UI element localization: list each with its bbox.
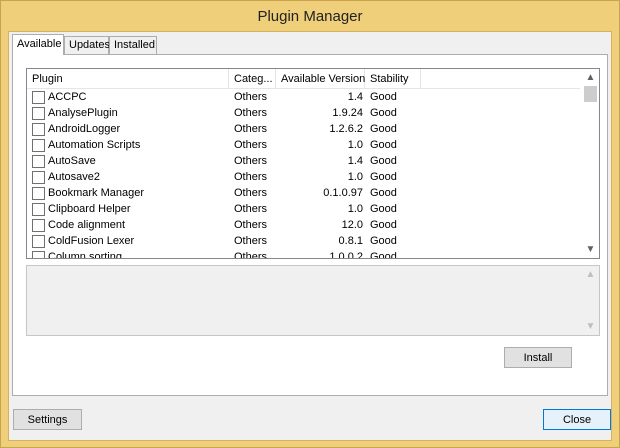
plugin-checkbox[interactable]: [32, 123, 45, 136]
tab-installed[interactable]: Installed: [109, 36, 157, 54]
plugin-stability: Good: [370, 219, 397, 231]
plugin-name: ACCPC: [48, 91, 87, 103]
plugin-name: AutoSave: [48, 155, 96, 167]
plugin-name: Autosave2: [48, 171, 100, 183]
chevron-down-icon[interactable]: ▼: [582, 241, 599, 258]
table-row[interactable]: Column sorting Others 1.0.0.2 Good: [27, 249, 580, 259]
plugin-version: 1.0: [347, 203, 363, 215]
plugin-list[interactable]: Plugin Categ... Available Version Stabil…: [26, 68, 600, 259]
plugin-stability: Good: [370, 251, 397, 259]
plugin-version: 1.4: [347, 155, 363, 167]
plugin-checkbox[interactable]: [32, 187, 45, 200]
chevron-down-icon[interactable]: ▼: [582, 318, 599, 335]
available-tab-page: Plugin Categ... Available Version Stabil…: [12, 54, 608, 396]
plugin-category: Others: [234, 155, 268, 167]
plugin-version: 1.0: [347, 139, 363, 151]
scrollbar-thumb[interactable]: [584, 86, 597, 102]
plugin-version: 1.4: [347, 91, 363, 103]
plugin-version: 1.2.6.2: [329, 123, 363, 135]
plugin-checkbox[interactable]: [32, 235, 45, 248]
plugin-stability: Good: [370, 203, 397, 215]
plugin-checkbox[interactable]: [32, 155, 45, 168]
plugin-category: Others: [234, 203, 268, 215]
table-row[interactable]: ColdFusion Lexer Others 0.8.1 Good: [27, 233, 580, 249]
column-header-plugin[interactable]: Plugin: [27, 69, 229, 89]
plugin-checkbox[interactable]: [32, 91, 45, 104]
plugin-name: Bookmark Manager: [48, 187, 144, 199]
table-row[interactable]: Bookmark Manager Others 0.1.0.97 Good: [27, 185, 580, 201]
tab-updates[interactable]: Updates: [64, 36, 110, 54]
table-row[interactable]: AutoSave Others 1.4 Good: [27, 153, 580, 169]
table-row[interactable]: AnalysePlugin Others 1.9.24 Good: [27, 105, 580, 121]
table-row[interactable]: Clipboard Helper Others 1.0 Good: [27, 201, 580, 217]
column-header-stability[interactable]: Stability: [365, 69, 421, 89]
plugin-stability: Good: [370, 107, 397, 119]
close-button[interactable]: Close: [543, 409, 611, 430]
plugin-category: Others: [234, 91, 268, 103]
plugin-version: 0.1.0.97: [323, 187, 363, 199]
column-header-version[interactable]: Available Version: [276, 69, 365, 89]
plugin-checkbox[interactable]: [32, 171, 45, 184]
plugin-name: Column sorting: [48, 251, 122, 259]
plugin-rows: ACCPC Others 1.4 Good AnalysePlugin Others 1.9…: [27, 89, 580, 259]
plugin-name: Code alignment: [48, 219, 126, 231]
table-row[interactable]: Autosave2 Others 1.0 Good: [27, 169, 580, 185]
plugin-stability: Good: [370, 171, 397, 183]
plugin-category: Others: [234, 235, 268, 247]
plugin-stability: Good: [370, 187, 397, 199]
install-button[interactable]: Install: [504, 347, 572, 368]
plugin-name: Clipboard Helper: [48, 203, 131, 215]
plugin-checkbox[interactable]: [32, 139, 45, 152]
column-header-category[interactable]: Categ...: [229, 69, 276, 89]
plugin-name: Automation Scripts: [48, 139, 141, 151]
plugin-list-header: Plugin Categ... Available Version Stabil…: [27, 69, 580, 89]
plugin-version: 1.9.24: [332, 107, 363, 119]
table-row[interactable]: Code alignment Others 12.0 Good: [27, 217, 580, 233]
settings-button[interactable]: Settings: [13, 409, 82, 430]
plugin-checkbox[interactable]: [32, 251, 45, 258]
description-scrollbar[interactable]: ▲ ▼: [582, 266, 599, 335]
plugin-stability: Good: [370, 123, 397, 135]
plugin-stability: Good: [370, 91, 397, 103]
plugin-checkbox[interactable]: [32, 219, 45, 232]
plugin-stability: Good: [370, 155, 397, 167]
plugin-category: Others: [234, 219, 268, 231]
plugin-checkbox[interactable]: [32, 203, 45, 216]
dialog-body: Available Updates Installed Plugin Categ…: [8, 31, 612, 441]
plugin-description-box[interactable]: ▲ ▼: [26, 265, 600, 336]
plugin-list-scrollbar[interactable]: ▲ ▼: [582, 69, 599, 258]
window-title: Plugin Manager: [257, 7, 363, 25]
plugin-category: Others: [234, 123, 268, 135]
plugin-stability: Good: [370, 235, 397, 247]
plugin-category: Others: [234, 171, 268, 183]
table-row[interactable]: Automation Scripts Others 1.0 Good: [27, 137, 580, 153]
title-bar[interactable]: Plugin Manager: [1, 1, 619, 31]
plugin-version: 12.0: [341, 219, 363, 231]
tab-available[interactable]: Available: [12, 34, 64, 55]
plugin-version: 0.8.1: [338, 235, 363, 247]
plugin-version: 1.0: [347, 171, 363, 183]
chevron-up-icon[interactable]: ▲: [582, 69, 599, 86]
plugin-category: Others: [234, 139, 268, 151]
plugin-category: Others: [234, 187, 268, 199]
table-row[interactable]: ACCPC Others 1.4 Good: [27, 89, 580, 105]
chevron-up-icon[interactable]: ▲: [582, 266, 599, 283]
plugin-category: Others: [234, 107, 268, 119]
plugin-version: 1.0.0.2: [329, 251, 363, 259]
plugin-category: Others: [234, 251, 268, 259]
table-row[interactable]: AndroidLogger Others 1.2.6.2 Good: [27, 121, 580, 137]
plugin-checkbox[interactable]: [32, 107, 45, 120]
plugin-stability: Good: [370, 139, 397, 151]
plugin-name: AndroidLogger: [48, 123, 121, 135]
plugin-name: AnalysePlugin: [48, 107, 118, 119]
plugin-manager-window: Plugin Manager Available Updates Install…: [0, 0, 620, 448]
plugin-name: ColdFusion Lexer: [48, 235, 135, 247]
